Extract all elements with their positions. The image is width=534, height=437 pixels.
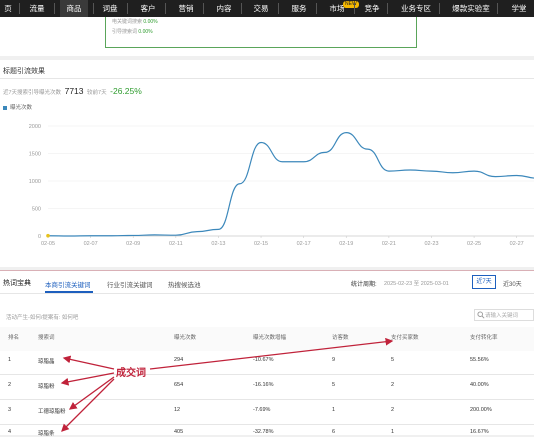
nav-divider xyxy=(316,3,317,14)
nav-item[interactable]: 业务专区 xyxy=(398,0,434,17)
nav-item[interactable]: 交易 xyxy=(249,0,273,17)
hot-words-card: 热词宝典 本商引流关键词 行业引流关键词 热搜候选池 统计周期: 2025-02… xyxy=(0,270,534,437)
nav-item[interactable]: 商品 xyxy=(60,0,88,17)
traffic-effect-card: 标题引流效果 近7天搜索引导曝光次数 7713 较前7天 -26.25% 曝光次… xyxy=(0,60,534,267)
nav-divider xyxy=(165,3,166,14)
nav-divider xyxy=(439,3,440,14)
x-tick-label: 02-19 xyxy=(339,241,353,247)
nav-item[interactable]: 词盘 xyxy=(98,0,122,17)
nav-divider xyxy=(127,3,128,14)
nav-divider xyxy=(241,3,242,14)
nav-divider xyxy=(54,3,55,14)
nav-item[interactable]: 服务 xyxy=(287,0,311,17)
top-metrics-box: 电关键词搜索 0.00% 引导搜索词 0.00% xyxy=(105,17,417,48)
annotation-arrows xyxy=(60,337,394,432)
x-tick-label: 02-07 xyxy=(84,241,98,247)
metric-value: 0.00% xyxy=(143,19,158,25)
x-tick-label: 02-27 xyxy=(510,241,524,247)
y-tick-label: 2000 xyxy=(29,124,41,130)
nav-divider xyxy=(354,3,355,14)
nav-divider xyxy=(497,3,498,14)
nav-divider xyxy=(278,3,279,14)
nav-item[interactable]: 学堂 xyxy=(508,0,530,17)
x-tick-label: 02-13 xyxy=(211,241,225,247)
nav-divider xyxy=(387,3,388,14)
metric-value: 0.00% xyxy=(138,29,153,35)
y-tick-label: 500 xyxy=(32,207,41,213)
x-tick-label: 02-11 xyxy=(169,241,183,247)
y-tick-label: 1500 xyxy=(29,152,41,158)
x-tick-label: 02-21 xyxy=(382,241,396,247)
series-line xyxy=(47,131,534,237)
x-tick-label: 02-25 xyxy=(467,241,481,247)
x-tick-label: 02-05 xyxy=(41,241,55,247)
nav-item[interactable]: 客户 xyxy=(136,0,160,17)
metric-label: 引导搜索词 xyxy=(112,29,138,35)
x-tick-label: 02-17 xyxy=(297,241,311,247)
nav-item[interactable]: 内容 xyxy=(212,0,236,17)
exposure-line-chart[interactable]: 0 500 1000 1500 2000 02-05 02-07 02-09 02-11 02-1… xyxy=(0,60,534,267)
annotation-label: 成交词 xyxy=(116,368,146,379)
nav-item[interactable]: 营销 xyxy=(174,0,198,17)
new-badge: NEW xyxy=(343,1,359,8)
y-tick-label: 0 xyxy=(38,234,41,240)
nav-divider xyxy=(19,3,20,14)
nav-divider xyxy=(93,3,94,14)
y-tick-label: 1000 xyxy=(29,179,41,185)
nav-item[interactable]: 竞争 xyxy=(362,0,382,17)
x-tick-label: 02-15 xyxy=(254,241,268,247)
metric-label: 电关键词搜索 xyxy=(112,19,143,25)
nav-divider xyxy=(203,3,204,14)
data-point xyxy=(46,233,50,238)
x-tick-label: 02-09 xyxy=(126,241,140,247)
nav-item[interactable]: 爆款实验室 xyxy=(450,0,492,17)
x-tick-label: 02-23 xyxy=(424,241,438,247)
metric-row: 电关键词搜索 0.00% xyxy=(112,18,158,25)
metric-row: 引导搜索词 0.00% xyxy=(112,28,153,35)
top-nav: 页流量 商品 词盘 客户 营销 内容 交易 服务 市场 NEW 竞争 业务专区 爆款实验室 学堂 xyxy=(0,0,534,17)
nav-item[interactable]: 页 xyxy=(2,0,14,17)
nav-item[interactable]: 流量 xyxy=(25,0,49,17)
